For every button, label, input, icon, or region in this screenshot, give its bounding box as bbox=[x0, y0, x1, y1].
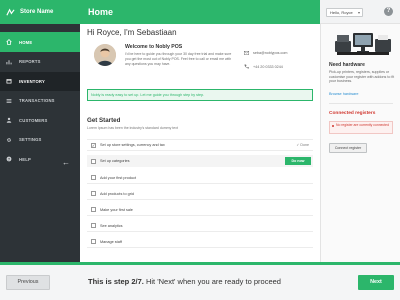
task-store-settings[interactable]: ✓ Set up store settings, currency and ta… bbox=[87, 139, 313, 151]
task-manage-staff[interactable]: Manage staff bbox=[87, 236, 313, 248]
getting-started-subtitle: Lorem Ipsum has been the industry's stan… bbox=[87, 126, 178, 130]
page-title: Home bbox=[88, 7, 114, 17]
email-text: seba@noblypos.com bbox=[253, 51, 288, 55]
sidebar-item-customers[interactable]: CUSTOMERS bbox=[0, 111, 80, 131]
collapse-sidebar-icon[interactable]: ← bbox=[62, 158, 70, 167]
done-tag: ✓ Done bbox=[296, 143, 309, 147]
checkbox[interactable] bbox=[91, 223, 96, 228]
user-menu-dropdown[interactable]: Hello, Royce bbox=[326, 8, 363, 17]
brand-name: Store Name bbox=[20, 9, 54, 15]
sidebar-item-home[interactable]: HOME bbox=[0, 32, 80, 52]
warning-dot-icon bbox=[332, 125, 334, 127]
task-categories[interactable]: Set up categories Do now bbox=[87, 155, 313, 167]
sidebar-item-label: REPORTS bbox=[19, 59, 41, 65]
checkbox-checked-icon[interactable]: ✓ bbox=[91, 142, 96, 148]
checkbox[interactable] bbox=[91, 158, 96, 164]
logo-icon bbox=[6, 7, 15, 15]
task-analytics[interactable]: See analytics bbox=[87, 220, 313, 232]
greeting: Hi Royce, I'm Sebastiaan bbox=[87, 28, 177, 37]
user-icon bbox=[6, 117, 12, 123]
hardware-image bbox=[335, 33, 391, 55]
task-label: Manage staff bbox=[100, 239, 122, 244]
step-count: This is step 2/7. bbox=[88, 277, 144, 286]
task-first-sale[interactable]: Make your first sale bbox=[87, 204, 313, 216]
checkbox[interactable] bbox=[91, 207, 96, 212]
phone-icon bbox=[244, 64, 249, 69]
gear-icon bbox=[6, 137, 12, 143]
help-icon: ? bbox=[6, 156, 12, 162]
contact-email[interactable]: seba@noblypos.com bbox=[244, 51, 288, 55]
previous-button[interactable]: Previous bbox=[6, 275, 50, 290]
task-label: Set up categories bbox=[100, 159, 130, 163]
do-now-button[interactable]: Do now bbox=[285, 157, 311, 165]
registers-warning: No register are currently connected bbox=[329, 121, 393, 134]
home-icon bbox=[6, 39, 12, 45]
mail-icon bbox=[244, 51, 249, 55]
sidebar: Store Name HOME REPORTS INVENTORY TRANSA… bbox=[0, 0, 80, 262]
step-instruction: This is step 2/7. Hit 'Next' when you ar… bbox=[88, 277, 281, 286]
checkbox[interactable] bbox=[91, 191, 96, 196]
step-progress-bar bbox=[0, 262, 115, 265]
guide-banner: Nobly is ready easy to set up. Let me gu… bbox=[87, 89, 313, 101]
task-first-product[interactable]: Add your first product bbox=[87, 172, 313, 184]
phone-text: +44 20 0333 0244 bbox=[253, 64, 283, 69]
checkbox[interactable] bbox=[91, 239, 96, 244]
box-icon bbox=[6, 78, 12, 84]
task-products-grid[interactable]: Add products to grid bbox=[87, 188, 313, 200]
list-icon bbox=[6, 98, 12, 104]
task-label: Make your first sale bbox=[100, 207, 133, 212]
user-menu-label: Hello, Royce bbox=[330, 10, 353, 15]
divider bbox=[329, 103, 393, 104]
hardware-text: Pick-up printers, registers, supplies or… bbox=[329, 70, 395, 84]
sidebar-item-label: SETTINGS bbox=[19, 137, 42, 143]
sidebar-item-settings[interactable]: SETTINGS bbox=[0, 130, 80, 150]
sidebar-item-inventory[interactable]: INVENTORY bbox=[0, 71, 80, 91]
task-label: Add your first product bbox=[100, 175, 137, 180]
contact-phone[interactable]: +44 20 0333 0244 bbox=[244, 64, 283, 69]
getting-started-title: Get Started bbox=[87, 117, 121, 124]
sidebar-item-label: HOME bbox=[19, 39, 33, 45]
help-button[interactable]: ? bbox=[384, 7, 393, 16]
connected-registers-title: Connected registers bbox=[329, 111, 376, 116]
footer-bar: Previous This is step 2/7. Hit 'Next' wh… bbox=[0, 262, 400, 300]
step-hint: Hit 'Next' when you are ready to proceed bbox=[143, 277, 281, 286]
user-bar: Hello, Royce ? bbox=[320, 0, 400, 24]
hardware-title: Need hardware bbox=[329, 62, 365, 68]
main-header: Home bbox=[80, 0, 320, 24]
sidebar-item-label: INVENTORY bbox=[19, 78, 45, 84]
connect-register-button[interactable]: Connect register bbox=[329, 143, 367, 153]
browse-hardware-link[interactable]: Browse hardware bbox=[329, 92, 359, 96]
sidebar-item-label: TRANSACTIONS bbox=[19, 98, 55, 104]
right-panel: Need hardware Pick-up printers, register… bbox=[320, 24, 400, 262]
chevron-down-icon bbox=[358, 12, 360, 14]
sidebar-item-label: HELP bbox=[19, 156, 31, 162]
avatar bbox=[94, 44, 116, 66]
welcome-title: Welcome to Nobly POS bbox=[125, 44, 183, 50]
task-label: See analytics bbox=[100, 223, 123, 228]
sidebar-item-label: CUSTOMERS bbox=[19, 117, 48, 123]
sidebar-item-reports[interactable]: REPORTS bbox=[0, 52, 80, 72]
sidebar-item-transactions[interactable]: TRANSACTIONS bbox=[0, 91, 80, 111]
welcome-text: I'd be here to guide you through your 30… bbox=[125, 52, 232, 66]
task-label: Add products to grid bbox=[100, 191, 134, 196]
next-button[interactable]: Next bbox=[358, 275, 394, 290]
bar-chart-icon bbox=[6, 59, 12, 65]
registers-warning-text: No register are currently connected bbox=[336, 123, 389, 127]
checkbox[interactable] bbox=[91, 175, 96, 180]
brand-bar[interactable]: Store Name bbox=[0, 0, 80, 24]
main-content: Hi Royce, I'm Sebastiaan Welcome to Nobl… bbox=[80, 24, 320, 262]
svg-text:?: ? bbox=[8, 158, 10, 162]
task-label: Set up store settings, currency and tax bbox=[100, 143, 165, 147]
